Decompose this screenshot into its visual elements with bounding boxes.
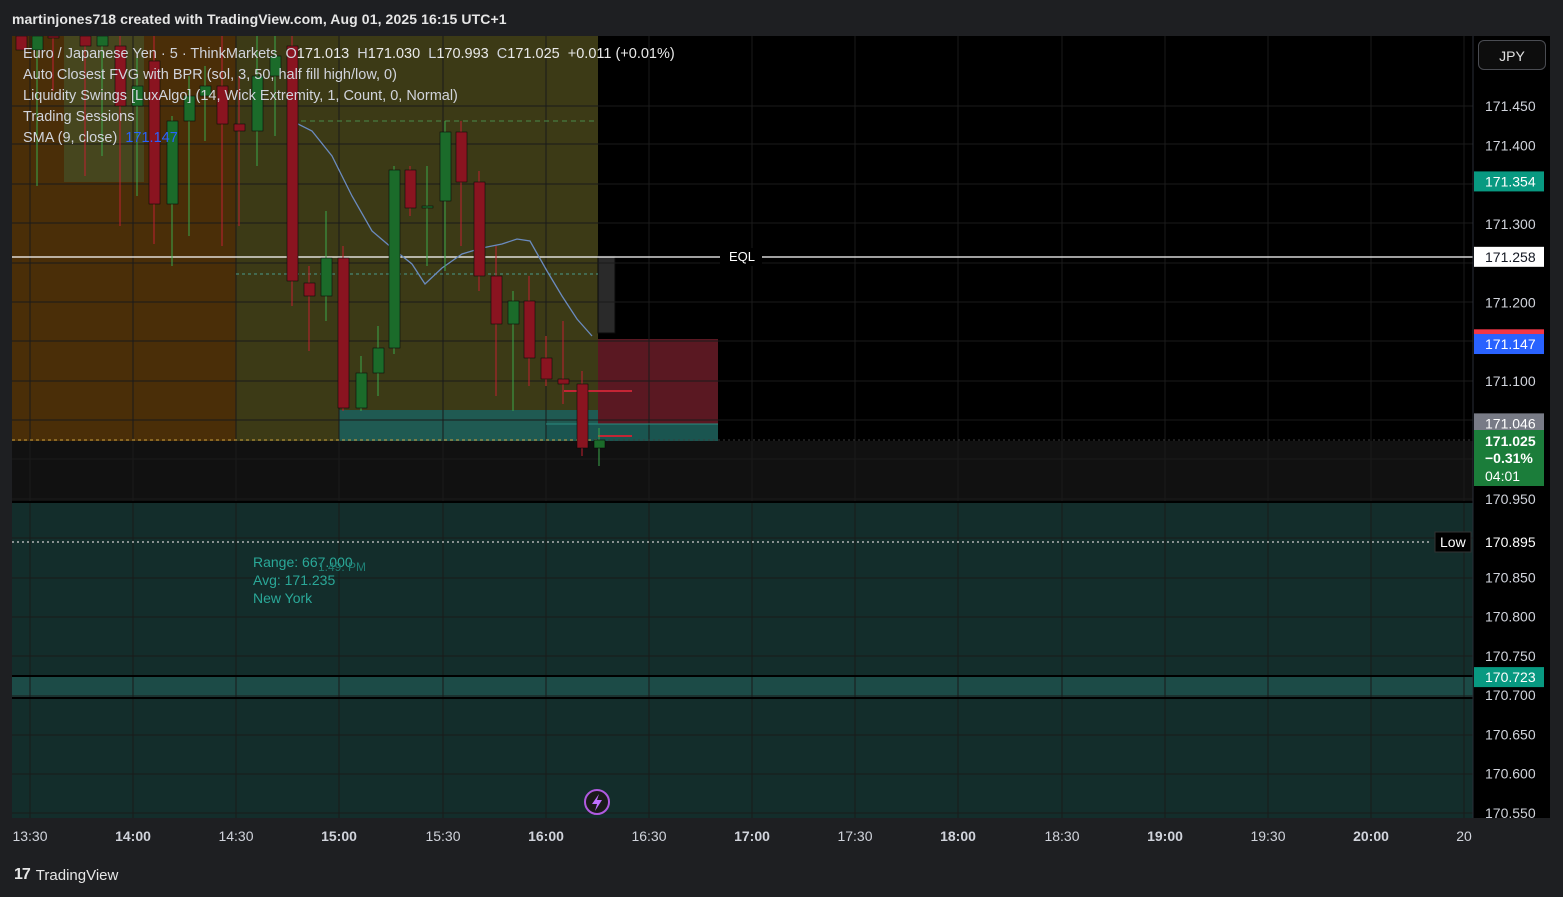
session-avg: Avg: 171.235 — [253, 572, 335, 588]
price-badge: 171.147 — [1485, 336, 1536, 352]
tradingview-brand[interactable]: 17 TradingView — [14, 866, 118, 884]
chart-caption: martinjones718 created with TradingView.… — [12, 11, 507, 27]
price-badge: 170.723 — [1485, 669, 1536, 685]
liquidity-zone-band — [12, 676, 1473, 698]
current-price: 171.025 — [1485, 433, 1536, 449]
sma-value: 171.147 — [125, 130, 178, 146]
price-tick: 170.950 — [1485, 491, 1536, 507]
brand-name: TradingView — [35, 866, 119, 884]
indicator-fvg[interactable]: Auto Closest FVG with BPR (sol, 3, 50, h… — [23, 65, 675, 86]
low-label: Low — [1440, 534, 1467, 550]
price-tick: 170.800 — [1485, 609, 1536, 625]
candle-bear — [404, 169, 417, 209]
candle-bull — [372, 347, 385, 374]
price-tick: 171.100 — [1485, 373, 1536, 389]
indicator-trading-sessions[interactable]: Trading Sessions — [23, 107, 675, 128]
sma-label: SMA (9, close) — [23, 130, 118, 146]
candle-bull — [593, 439, 606, 449]
candle-bull — [320, 257, 333, 297]
change-value: +0.011 (+0.01%) — [567, 46, 675, 62]
close-value: 171.025 — [507, 46, 560, 62]
price-tick: 171.400 — [1485, 137, 1536, 153]
time-tick: 14:30 — [218, 828, 253, 844]
time-tick: 18:00 — [940, 828, 976, 844]
candle-bear — [540, 357, 553, 380]
price-tick: 171.300 — [1485, 216, 1536, 232]
time-tick: 20:00 — [1353, 828, 1389, 844]
open-label: O — [285, 46, 297, 62]
high-label: H — [357, 46, 368, 62]
time-tick: 17:00 — [734, 828, 770, 844]
indicator-liquidity-swings[interactable]: Liquidity Swings [LuxAlgo] (14, Wick Ext… — [23, 86, 675, 107]
session-backgrounds — [12, 36, 1473, 854]
time-tick: 15:30 — [425, 828, 460, 844]
price-tick: 170.750 — [1485, 648, 1536, 664]
price-tick: 170.650 — [1485, 726, 1536, 742]
candle-bull — [507, 300, 520, 325]
candle-bear — [337, 257, 350, 409]
candle-bull — [388, 169, 401, 349]
candle-bull — [355, 372, 368, 409]
price-badge: 171.354 — [1485, 173, 1536, 189]
candle-bear — [557, 378, 570, 385]
legend-symbol-row[interactable]: Euro / Japanese Yen · 5 · ThinkMarkets O… — [23, 44, 675, 65]
price-tick: 171.200 — [1485, 294, 1536, 310]
tradingview-logo-icon: 17 — [14, 866, 31, 883]
session-name: New York — [253, 590, 313, 606]
price-tick: 171.450 — [1485, 98, 1536, 114]
time-tick: 19:30 — [1250, 828, 1285, 844]
time-tick: 15:00 — [321, 828, 357, 844]
currency-button[interactable]: JPY — [1478, 40, 1546, 70]
time-axis[interactable]: 13:30 14:00 14:30 15:00 15:30 16:00 16:30 17:00… — [12, 828, 1472, 844]
current-change: −0.31% — [1485, 450, 1533, 466]
high-value: 171.030 — [367, 46, 421, 62]
time-tick: 18:30 — [1044, 828, 1079, 844]
candle-bear — [473, 181, 486, 277]
price-tick: 170.600 — [1485, 766, 1536, 782]
current-price-badge: 171.025 −0.31% 04:01 — [1474, 430, 1544, 486]
indicator-sma[interactable]: SMA (9, close) 171.147 — [23, 128, 675, 149]
time-tick: 19:00 — [1147, 828, 1183, 844]
lightning-icon[interactable] — [584, 789, 610, 815]
countdown: 04:01 — [1485, 468, 1520, 484]
time-tick: 14:00 — [115, 828, 151, 844]
fvg-gray-box — [597, 255, 616, 334]
eql-label: EQL — [729, 249, 755, 264]
close-label: C — [496, 46, 508, 62]
time-tick: 13:30 — [12, 828, 47, 844]
time-tick: 16:30 — [631, 828, 666, 844]
time-tick: 20 — [1456, 828, 1472, 844]
low-value: 170.993 — [436, 46, 489, 62]
footer: 17 TradingView — [0, 854, 1563, 897]
candle-bear — [576, 383, 589, 449]
price-badge: 171.046 — [1485, 415, 1536, 431]
price-tick: 170.850 — [1485, 569, 1536, 585]
price-chart[interactable]: EQL Range: 667.000 1.49. PM Avg: 171.235… — [12, 36, 1550, 854]
candle-bear — [523, 300, 536, 359]
candle-bear — [47, 36, 60, 39]
top-bar: martinjones718 created with TradingView.… — [0, 0, 1563, 36]
time-tick: 17:30 — [837, 828, 872, 844]
price-badge: 171.258 — [1485, 249, 1536, 265]
price-tick: 170.700 — [1485, 687, 1536, 703]
symbol-name[interactable]: Euro / Japanese Yen · 5 · ThinkMarkets — [23, 46, 277, 62]
candle-bear — [303, 282, 316, 297]
chart-legend: Euro / Japanese Yen · 5 · ThinkMarkets O… — [23, 44, 675, 149]
candle-bull — [421, 205, 434, 209]
open-value: 171.013 — [296, 46, 350, 62]
price-badge: 170.895 — [1485, 534, 1536, 550]
time-tick: 16:00 — [528, 828, 564, 844]
chart-panel[interactable]: EQL Range: 667.000 1.49. PM Avg: 171.235… — [12, 36, 1550, 854]
candle-bear — [490, 275, 503, 325]
